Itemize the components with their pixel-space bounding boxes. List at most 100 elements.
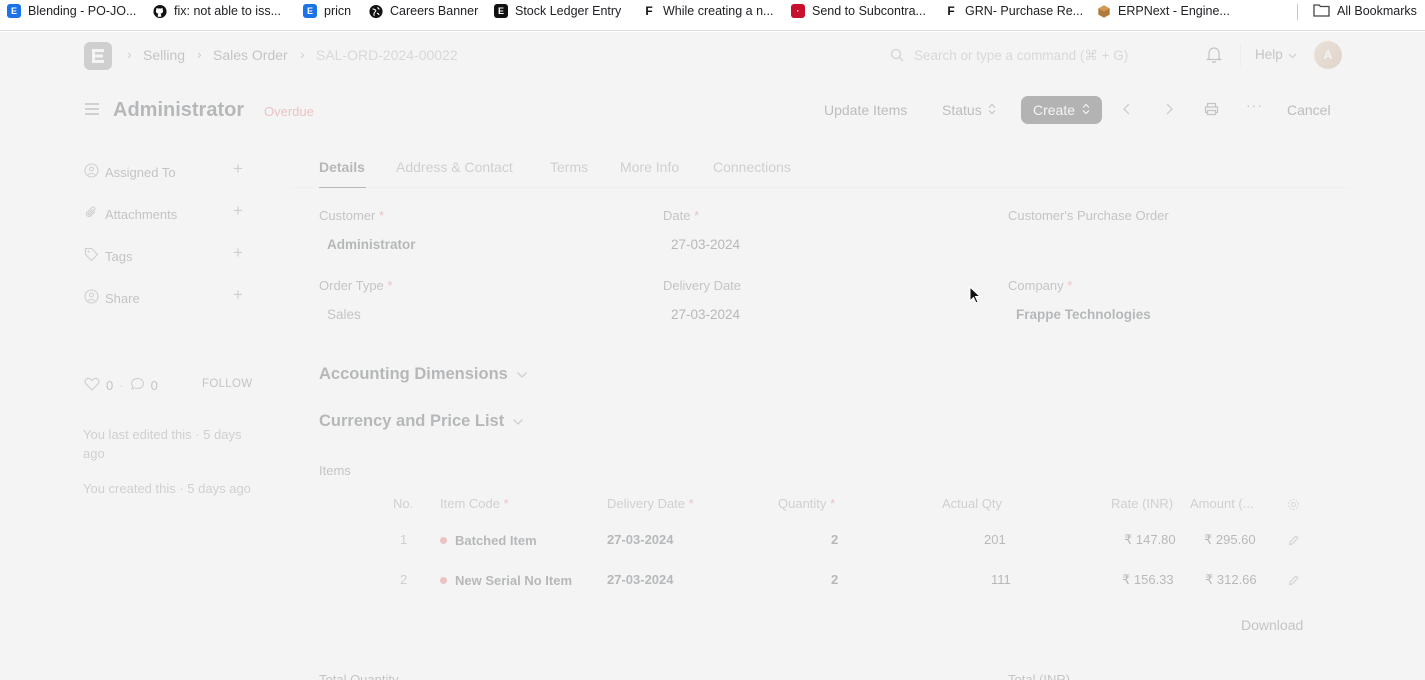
edit-row-icon[interactable] xyxy=(1288,534,1299,549)
sidebar-item-share[interactable]: Share xyxy=(84,289,140,307)
chevron-down-icon xyxy=(516,365,528,384)
share-user-icon xyxy=(84,289,99,307)
bookmark-item[interactable]: E Stock Ledger Entry xyxy=(494,0,621,22)
status-dot xyxy=(440,537,447,544)
tab-more-info[interactable]: More Info xyxy=(620,159,679,175)
col-rate: Rate (INR) xyxy=(1111,496,1174,511)
order-type-label: Order Type * xyxy=(319,278,393,293)
col-item-code: Item Code * xyxy=(440,496,509,511)
package-icon xyxy=(1097,4,1111,18)
create-button[interactable]: Create xyxy=(1021,96,1102,124)
breadcrumb-selling[interactable]: Selling xyxy=(143,47,185,63)
created-text: You created this · 5 days ago xyxy=(83,481,251,496)
row-1-no: 1 xyxy=(400,532,408,547)
bookmark-item[interactable]: F While creating a n... xyxy=(642,0,773,22)
row-2-item-code[interactable]: New Serial No Item xyxy=(440,573,572,588)
paperclip-icon xyxy=(84,205,99,223)
cancel-button[interactable]: Cancel xyxy=(1287,102,1331,118)
sidebar-item-tags[interactable]: Tags xyxy=(84,247,132,265)
edit-row-icon[interactable] xyxy=(1288,574,1299,589)
status-dropdown[interactable]: Status xyxy=(942,102,996,118)
updown-chevron-icon xyxy=(1082,102,1090,118)
follow-button[interactable]: FOLLOW xyxy=(202,378,252,390)
chevron-down-icon xyxy=(512,412,524,431)
bookmark-item[interactable]: Careers Banner xyxy=(369,0,478,22)
bookmark-item[interactable]: E Blending - PO-JO... xyxy=(7,0,136,22)
download-button[interactable]: Download xyxy=(1241,617,1303,633)
all-bookmarks-button[interactable]: All Bookmarks xyxy=(1313,0,1417,22)
items-label: Items xyxy=(319,463,351,478)
comment-count: 0 xyxy=(150,378,158,393)
add-share-icon[interactable]: + xyxy=(233,285,243,305)
notification-bell-icon[interactable] xyxy=(1206,46,1222,68)
more-options-icon[interactable]: ··· xyxy=(1246,97,1263,113)
row-1-delivery-date[interactable]: 27-03-2024 xyxy=(607,532,674,547)
sidebar-item-assigned-to[interactable]: Assigned To xyxy=(84,163,176,181)
row-2-amount: ₹ 312.66 xyxy=(1205,572,1257,587)
customer-field[interactable]: Administrator xyxy=(327,237,416,252)
sidebar-toggle-icon[interactable] xyxy=(84,102,100,121)
delivery-date-field[interactable]: 27-03-2024 xyxy=(671,307,740,322)
order-type-field[interactable]: Sales xyxy=(327,307,361,322)
erpnext-icon: E xyxy=(7,4,21,18)
row-1-rate[interactable]: ₹ 147.80 xyxy=(1124,532,1176,548)
bookmark-item[interactable]: ERPNext - Engine... xyxy=(1097,0,1230,22)
navbar-divider xyxy=(1240,44,1241,66)
company-field[interactable]: Frappe Technologies xyxy=(1016,307,1151,322)
date-field[interactable]: 27-03-2024 xyxy=(671,237,740,252)
previous-doc-icon[interactable] xyxy=(1122,102,1132,119)
row-2-rate[interactable]: ₹ 156.33 xyxy=(1122,572,1174,588)
user-avatar[interactable]: A xyxy=(1314,41,1342,69)
total-inr-label: Total (INR) xyxy=(1008,672,1071,680)
row-2-quantity[interactable]: 2 xyxy=(831,572,838,587)
currency-price-list-section[interactable]: Currency and Price List xyxy=(319,412,524,431)
tab-divider xyxy=(290,187,1350,188)
tab-details[interactable]: Details xyxy=(319,159,365,175)
chevron-down-icon xyxy=(1288,47,1297,62)
add-attachment-icon[interactable]: + xyxy=(233,201,243,221)
help-dropdown[interactable]: Help xyxy=(1255,47,1297,62)
likes-comments: 0 · 0 xyxy=(84,377,158,394)
row-1-amount: ₹ 295.60 xyxy=(1204,532,1256,547)
total-quantity-label: Total Quantity xyxy=(319,672,399,680)
heart-icon[interactable] xyxy=(84,377,100,394)
globe-icon xyxy=(369,4,383,18)
settings-gear-icon[interactable] xyxy=(1287,498,1300,514)
print-icon[interactable] xyxy=(1204,102,1219,119)
update-items-button[interactable]: Update Items xyxy=(824,102,907,118)
bookmark-item[interactable]: E pricn xyxy=(303,0,351,22)
tab-terms[interactable]: Terms xyxy=(550,159,588,175)
col-delivery-date: Delivery Date * xyxy=(607,496,694,511)
status-badge: Overdue xyxy=(264,104,314,119)
tab-connections[interactable]: Connections xyxy=(713,159,791,175)
breadcrumb-sales-order[interactable]: Sales Order xyxy=(213,47,288,63)
search-input[interactable]: Search or type a command (⌘ + G) xyxy=(880,40,1170,72)
erpnext-dark-icon: E xyxy=(494,4,508,18)
row-2-delivery-date[interactable]: 27-03-2024 xyxy=(607,572,674,587)
breadcrumb-document[interactable]: SAL-ORD-2024-00022 xyxy=(316,47,458,63)
updown-chevron-icon xyxy=(988,102,996,118)
red-site-icon: · xyxy=(791,4,805,18)
user-plus-icon xyxy=(84,163,99,181)
row-1-item-code[interactable]: Batched Item xyxy=(440,533,537,548)
delivery-date-label: Delivery Date xyxy=(663,278,742,293)
row-2-actual-qty: 111 xyxy=(991,572,1011,587)
page-title: Administrator xyxy=(113,99,245,121)
next-doc-icon[interactable] xyxy=(1164,102,1174,119)
add-assignment-icon[interactable]: + xyxy=(233,159,243,179)
bookmark-item[interactable]: fix: not able to iss... xyxy=(153,0,281,22)
company-label: Company * xyxy=(1008,278,1073,293)
comment-icon[interactable] xyxy=(130,377,145,394)
row-1-quantity[interactable]: 2 xyxy=(831,532,838,547)
bookmark-item[interactable]: · Send to Subcontra... xyxy=(791,0,926,22)
add-tag-icon[interactable]: + xyxy=(233,243,243,263)
row-1-actual-qty: 201 xyxy=(984,532,1006,547)
chevron-right-icon: › xyxy=(197,46,202,62)
erpnext-icon: E xyxy=(303,4,317,18)
accounting-dimensions-section[interactable]: Accounting Dimensions xyxy=(319,365,528,384)
bookmark-item[interactable]: F GRN- Purchase Re... xyxy=(944,0,1083,22)
tab-address-contact[interactable]: Address & Contact xyxy=(396,159,513,175)
sidebar-item-attachments[interactable]: Attachments xyxy=(84,205,177,223)
app-logo[interactable] xyxy=(84,42,112,70)
search-icon xyxy=(890,48,904,65)
